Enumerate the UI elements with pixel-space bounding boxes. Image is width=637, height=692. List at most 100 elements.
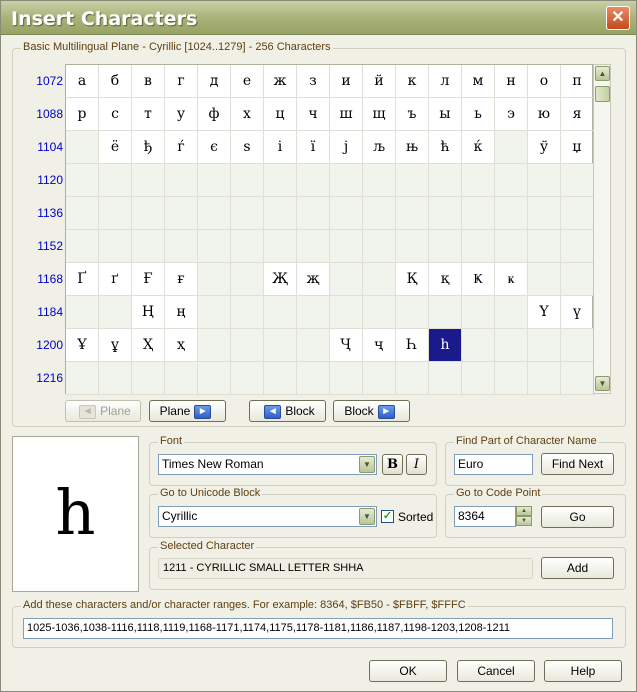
character-cell[interactable] [231, 197, 264, 230]
character-cell[interactable]: Ң [132, 296, 165, 329]
character-cell[interactable]: ҝ [495, 263, 528, 296]
character-cell[interactable] [132, 362, 165, 395]
character-cell[interactable] [99, 362, 132, 395]
character-cell[interactable]: Ү [528, 296, 561, 329]
character-cell[interactable]: ђ [132, 131, 165, 164]
character-cell[interactable]: г [165, 65, 198, 98]
character-cell[interactable] [363, 362, 396, 395]
character-cell[interactable]: а [66, 65, 99, 98]
character-cell[interactable]: е [231, 65, 264, 98]
bold-button[interactable]: B [382, 454, 403, 475]
previous-plane-button[interactable]: ◄ Plane [65, 400, 141, 422]
character-cell[interactable] [363, 164, 396, 197]
character-cell[interactable] [495, 164, 528, 197]
character-cell[interactable]: т [132, 98, 165, 131]
character-cell[interactable] [495, 296, 528, 329]
character-cell[interactable]: ц [264, 98, 297, 131]
character-cell[interactable] [66, 164, 99, 197]
character-cell[interactable] [231, 362, 264, 395]
character-cell[interactable]: к [396, 65, 429, 98]
character-cell[interactable] [165, 197, 198, 230]
close-button[interactable]: ✕ [606, 6, 630, 30]
character-cell[interactable] [297, 329, 330, 362]
character-cell[interactable] [264, 329, 297, 362]
character-cell[interactable] [198, 230, 231, 263]
character-cell[interactable]: л [429, 65, 462, 98]
character-cell[interactable] [561, 362, 594, 395]
character-cell[interactable] [99, 230, 132, 263]
character-cell[interactable] [198, 329, 231, 362]
character-cell[interactable] [66, 197, 99, 230]
character-cell[interactable]: н [495, 65, 528, 98]
character-cell[interactable] [330, 164, 363, 197]
character-cell[interactable]: є [198, 131, 231, 164]
character-cell[interactable] [396, 230, 429, 263]
character-cell[interactable] [528, 329, 561, 362]
grid-scrollbar[interactable]: ▲ ▼ [593, 64, 611, 394]
character-cell[interactable] [561, 230, 594, 263]
spin-down-icon[interactable]: ▼ [516, 516, 532, 526]
next-block-button[interactable]: Block ► [333, 400, 410, 422]
ranges-input[interactable]: 1025-1036,1038-1116,1118,1119,1168-1171,… [23, 618, 613, 639]
character-cell[interactable] [231, 329, 264, 362]
add-button[interactable]: Add [541, 557, 614, 579]
character-cell[interactable]: з [297, 65, 330, 98]
chevron-down-icon[interactable]: ▼ [359, 508, 375, 525]
character-cell[interactable]: ғ [165, 263, 198, 296]
character-cell[interactable]: б [99, 65, 132, 98]
character-cell[interactable] [495, 197, 528, 230]
character-cell[interactable] [231, 164, 264, 197]
character-cell[interactable] [528, 263, 561, 296]
character-cell[interactable]: ќ [462, 131, 495, 164]
help-button[interactable]: Help [544, 660, 622, 682]
character-cell[interactable] [528, 230, 561, 263]
character-cell[interactable] [396, 296, 429, 329]
character-cell[interactable] [363, 230, 396, 263]
character-cell[interactable]: р [66, 98, 99, 131]
character-cell[interactable] [132, 164, 165, 197]
character-cell[interactable] [198, 164, 231, 197]
character-cell[interactable]: җ [297, 263, 330, 296]
character-cell[interactable]: у [165, 98, 198, 131]
character-cell[interactable] [396, 164, 429, 197]
character-cell[interactable] [330, 296, 363, 329]
character-cell[interactable]: Ғ [132, 263, 165, 296]
character-cell[interactable] [132, 230, 165, 263]
find-next-button[interactable]: Find Next [541, 453, 614, 475]
character-cell[interactable] [99, 197, 132, 230]
character-cell[interactable] [330, 263, 363, 296]
character-cell[interactable]: ҷ [363, 329, 396, 362]
scroll-thumb[interactable] [595, 86, 610, 102]
character-cell[interactable] [429, 362, 462, 395]
character-cell[interactable] [363, 263, 396, 296]
character-cell[interactable]: ы [429, 98, 462, 131]
character-cell[interactable] [330, 230, 363, 263]
previous-block-button[interactable]: ◄ Block [249, 400, 326, 422]
selected-character-cell[interactable]: һ [429, 329, 462, 362]
character-cell[interactable]: ѓ [165, 131, 198, 164]
cancel-button[interactable]: Cancel [457, 660, 535, 682]
character-cell[interactable]: Ҷ [330, 329, 363, 362]
character-cell[interactable] [462, 329, 495, 362]
italic-button[interactable]: I [406, 454, 427, 475]
character-cell[interactable]: њ [396, 131, 429, 164]
character-cell[interactable] [429, 197, 462, 230]
character-cell[interactable]: й [363, 65, 396, 98]
character-cell[interactable] [462, 362, 495, 395]
character-cell[interactable] [231, 296, 264, 329]
character-cell[interactable]: қ [429, 263, 462, 296]
unicode-block-select[interactable]: Cyrillic ▼ [158, 506, 377, 527]
character-cell[interactable] [165, 230, 198, 263]
character-cell[interactable] [231, 263, 264, 296]
character-cell[interactable] [363, 296, 396, 329]
character-cell[interactable] [297, 197, 330, 230]
character-cell[interactable]: о [528, 65, 561, 98]
character-cell[interactable]: Ұ [66, 329, 99, 362]
character-cell[interactable] [330, 362, 363, 395]
character-cell[interactable]: Ґ [66, 263, 99, 296]
character-cell[interactable]: Һ [396, 329, 429, 362]
character-cell[interactable]: s [231, 131, 264, 164]
character-cell[interactable] [99, 164, 132, 197]
character-cell[interactable] [495, 329, 528, 362]
character-cell[interactable]: и [330, 65, 363, 98]
